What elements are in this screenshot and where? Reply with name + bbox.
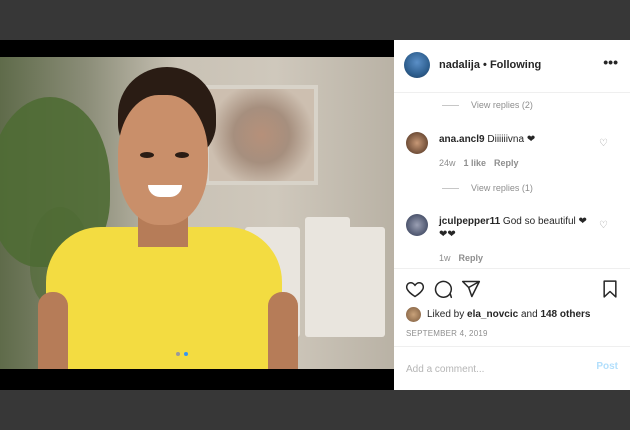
comment-meta: 24w 1 like Reply	[439, 158, 519, 168]
post-photo	[0, 57, 394, 369]
avatar[interactable]	[404, 52, 430, 78]
comment-meta: 1w Reply	[439, 253, 483, 263]
likes-others-link[interactable]: 148 others	[540, 309, 590, 320]
comment-like-heart-icon[interactable]: ♡	[599, 138, 608, 149]
reply-line	[442, 187, 459, 189]
comment-input[interactable]	[404, 359, 578, 379]
person-face	[118, 95, 208, 225]
comment-body: ana.ancl9 Diiiiiivna ❤	[439, 133, 589, 146]
post-header: nadalija • Following •••	[394, 40, 630, 93]
likes-prefix: Liked by	[427, 309, 465, 320]
comment-text: Diiiiiivna ❤	[487, 134, 536, 145]
separator-dot: •	[483, 59, 487, 71]
post-date: SEPTEMBER 4, 2019	[406, 329, 488, 338]
person-arm	[38, 292, 68, 369]
author-username[interactable]: nadalija	[439, 59, 480, 71]
carousel-dot	[184, 352, 188, 356]
chair-decor	[345, 227, 385, 337]
avatar	[406, 307, 421, 322]
comment-username[interactable]: jculpepper11	[439, 216, 500, 227]
carousel-dot	[176, 352, 180, 356]
person-eye	[175, 152, 189, 158]
comment-form: Post	[394, 346, 630, 388]
liker-username[interactable]: ela_novcic	[467, 309, 518, 320]
person-eye	[140, 152, 154, 158]
comment-like-heart-icon[interactable]: ♡	[599, 220, 608, 231]
post-sidebar: nadalija • Following ••• View replies (2…	[394, 40, 630, 390]
carousel-indicator	[176, 352, 188, 356]
comment-age: 1w	[439, 253, 451, 263]
share-icon[interactable]	[461, 279, 481, 299]
follow-status[interactable]: Following	[490, 59, 541, 71]
reply-button[interactable]: Reply	[494, 158, 519, 168]
view-replies-label: View replies (1)	[471, 183, 533, 193]
view-replies-label: View replies (2)	[471, 100, 533, 110]
likes-conjunction: and	[520, 309, 538, 320]
comment-likes[interactable]: 1 like	[464, 158, 487, 168]
comment-icon[interactable]	[433, 279, 453, 299]
avatar[interactable]	[406, 214, 428, 236]
person-dress	[46, 227, 282, 369]
post-media[interactable]	[0, 40, 394, 390]
reply-button[interactable]: Reply	[459, 253, 484, 263]
chair-decor	[305, 217, 350, 337]
post-actions: Liked by ela_novcic and 148 others SEPTE…	[394, 268, 630, 387]
more-options-icon[interactable]: •••	[603, 54, 618, 70]
wall-mirror	[205, 85, 318, 185]
view-replies-button[interactable]: View replies (1)	[442, 183, 533, 193]
comment-username[interactable]: ana.ancl9	[439, 134, 485, 145]
avatar[interactable]	[406, 132, 428, 154]
comment-age: 24w	[439, 158, 456, 168]
reply-line	[442, 104, 459, 106]
view-replies-button[interactable]: View replies (2)	[442, 100, 533, 110]
comment-body: jculpepper11 God so beautiful ❤ ❤❤	[439, 215, 589, 241]
post-comment-button[interactable]: Post	[596, 361, 618, 372]
heart-icon[interactable]	[405, 279, 425, 299]
person-arm	[268, 292, 298, 369]
header-username: nadalija • Following	[439, 59, 541, 71]
likes-summary: Liked by ela_novcic and 148 others	[406, 307, 590, 322]
bookmark-icon[interactable]	[600, 279, 620, 299]
